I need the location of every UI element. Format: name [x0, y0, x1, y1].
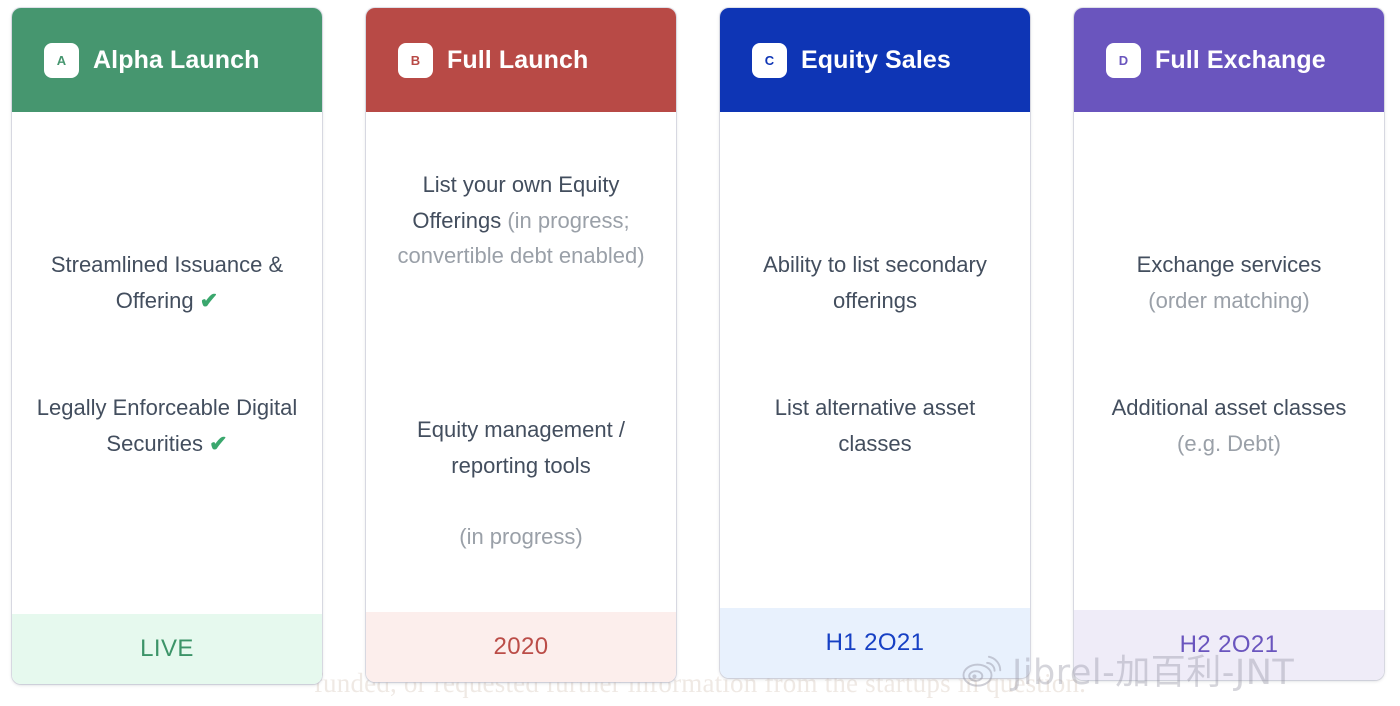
card-body: Exchange services (order matching) Addit…: [1074, 112, 1384, 610]
card-body: Ability to list secondary offerings List…: [720, 112, 1030, 608]
feature-note: (e.g. Debt): [1177, 430, 1281, 456]
roadmap-card-full-launch[interactable]: B Full Launch List your own Equity Offer…: [366, 8, 676, 682]
feature-text: Exchange services: [1136, 252, 1322, 277]
feature-text: Legally Enforceable Digital Securities: [36, 395, 298, 456]
card-status-footer: H1 2O21: [720, 608, 1030, 678]
card-status-footer: H2 2O21: [1074, 610, 1384, 680]
check-icon: ✔: [199, 287, 219, 313]
stage-badge-b: B: [398, 42, 433, 78]
feature-item: Additional asset classes (e.g. Debt): [1090, 390, 1368, 461]
stage-badge-a: A: [44, 42, 79, 78]
feature-item: Ability to list secondary offerings: [736, 247, 1014, 318]
feature-item: Streamlined Issuance & Offering ✔: [28, 247, 306, 318]
feature-item: List alternative asset classes: [736, 390, 1014, 461]
stage-badge-d: D: [1106, 42, 1141, 78]
feature-item: List your own Equity Offerings (in progr…: [382, 167, 660, 274]
feature-text: Streamlined Issuance & Offering: [50, 252, 284, 313]
card-header: B Full Launch: [366, 8, 676, 112]
card-title: Equity Sales: [801, 45, 951, 74]
feature-item: Exchange services (order matching): [1090, 247, 1368, 318]
stage-badge-c: C: [752, 42, 787, 78]
card-status-footer: LIVE: [12, 614, 322, 684]
roadmap-card-alpha-launch[interactable]: A Alpha Launch Streamlined Issuance & Of…: [12, 8, 322, 684]
card-title: Alpha Launch: [93, 45, 260, 74]
feature-text: Additional asset classes: [1111, 395, 1347, 420]
card-title: Full Exchange: [1155, 45, 1326, 74]
card-body: Streamlined Issuance & Offering ✔ Legall…: [12, 112, 322, 614]
card-header: D Full Exchange: [1074, 8, 1384, 112]
feature-text: List alternative asset classes: [774, 395, 976, 456]
card-body: List your own Equity Offerings (in progr…: [366, 112, 676, 612]
roadmap-card-equity-sales[interactable]: C Equity Sales Ability to list secondary…: [720, 8, 1030, 678]
feature-text: Ability to list secondary offerings: [763, 252, 987, 313]
card-header: A Alpha Launch: [12, 8, 322, 112]
feature-note: (in progress): [459, 523, 583, 549]
feature-item: Equity management / reporting tools (in …: [382, 412, 660, 555]
feature-item: Legally Enforceable Digital Securities ✔: [28, 390, 306, 461]
roadmap-board: A Alpha Launch Streamlined Issuance & Of…: [0, 0, 1400, 706]
roadmap-card-full-exchange[interactable]: D Full Exchange Exchange services (order…: [1074, 8, 1384, 680]
card-header: C Equity Sales: [720, 8, 1030, 112]
feature-text: Equity management / reporting tools: [417, 417, 625, 478]
feature-note: (order matching): [1148, 287, 1310, 313]
card-status-footer: 2020: [366, 612, 676, 682]
check-icon: ✔: [209, 430, 228, 456]
card-title: Full Launch: [447, 45, 589, 74]
